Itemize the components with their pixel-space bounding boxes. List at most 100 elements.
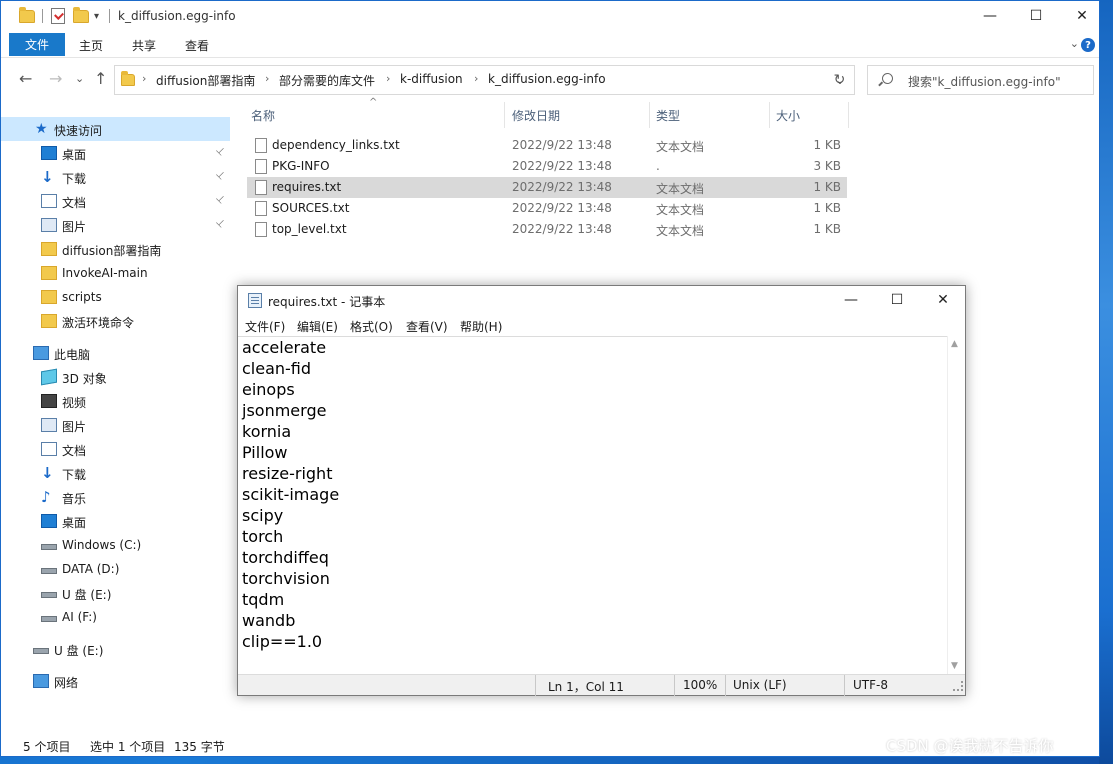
help-icon[interactable]: ?: [1081, 38, 1095, 52]
column-divider[interactable]: [504, 102, 505, 128]
column-header-size[interactable]: 大小: [776, 102, 800, 128]
sidebar-item[interactable]: ↓ 下载: [1, 461, 230, 485]
menu-help[interactable]: 帮助(H): [460, 318, 502, 335]
sidebar-item-label: 图片: [62, 420, 87, 434]
text-file-icon: [255, 222, 267, 237]
pin-icon[interactable]: ⊥: [213, 217, 227, 231]
sidebar-item[interactable]: 视频: [1, 389, 230, 413]
file-row[interactable]: requires.txt 2022/9/22 13:48 文本文档 1 KB: [247, 177, 847, 198]
file-type: 文本文档: [656, 140, 705, 154]
file-row[interactable]: top_level.txt 2022/9/22 13:48 文本文档 1 KB: [247, 219, 847, 240]
new-folder-icon[interactable]: [73, 6, 89, 24]
sidebar-item[interactable]: 3D 对象: [1, 365, 230, 389]
forward-button[interactable]: →: [49, 69, 62, 88]
sidebar-item[interactable]: diffusion部署指南: [1, 237, 230, 261]
star-icon: ★: [35, 121, 48, 137]
sidebar-item[interactable]: 图片: [1, 413, 230, 437]
close-button[interactable]: ✕: [1059, 1, 1105, 31]
tab-file[interactable]: 文件: [9, 33, 65, 56]
column-divider[interactable]: [769, 102, 770, 128]
maximize-button[interactable]: ☐: [1013, 1, 1059, 31]
breadcrumb-item[interactable]: k-diffusion: [400, 72, 463, 86]
column-header-type[interactable]: 类型: [656, 102, 680, 128]
properties-check-icon[interactable]: [51, 8, 65, 24]
column-divider[interactable]: [848, 102, 849, 128]
breadcrumb-item[interactable]: diffusion部署指南: [156, 72, 255, 89]
file-row[interactable]: dependency_links.txt 2022/9/22 13:48 文本文档 1…: [247, 135, 847, 156]
sidebar-item-label: 文档: [62, 444, 87, 458]
minimize-button[interactable]: —: [967, 1, 1013, 31]
text-line: scikit-image: [242, 485, 340, 504]
pin-icon[interactable]: ⊥: [213, 145, 227, 159]
notepad-title-bar[interactable]: requires.txt - 记事本 — ☐ ✕: [238, 286, 965, 315]
notepad-close-button[interactable]: ✕: [920, 286, 966, 314]
recent-locations-button[interactable]: ⌄: [75, 72, 84, 85]
sidebar-item[interactable]: 桌面 ⊥: [1, 141, 230, 165]
sidebar-item[interactable]: 桌面: [1, 509, 230, 533]
breadcrumb-item[interactable]: 部分需要的库文件: [279, 72, 375, 89]
sidebar-item[interactable]: InvokeAI-main: [1, 261, 230, 285]
breadcrumb-separator[interactable]: ›: [386, 72, 390, 85]
column-divider[interactable]: [649, 102, 650, 128]
breadcrumb-separator[interactable]: ›: [265, 72, 269, 85]
sidebar-item[interactable]: AI (F:): [1, 605, 230, 629]
menu-file[interactable]: 文件(F): [245, 318, 285, 335]
resize-grip[interactable]: [953, 681, 963, 691]
sidebar-item[interactable]: 文档 ⊥: [1, 189, 230, 213]
column-header-name[interactable]: 名称: [251, 102, 275, 128]
pin-icon[interactable]: ⊥: [213, 193, 227, 207]
breadcrumb-separator[interactable]: ›: [474, 72, 478, 85]
sidebar-item-label: 3D 对象: [62, 372, 107, 386]
sidebar-item[interactable]: ♪ 音乐: [1, 485, 230, 509]
sidebar-item[interactable]: 此电脑: [1, 341, 230, 365]
ribbon-tabs: 文件 主页 共享 查看 ⌄ ?: [1, 32, 1099, 58]
up-button[interactable]: ↑: [94, 69, 107, 88]
file-row[interactable]: PKG-INFO 2022/9/22 13:48. 3 KB: [247, 156, 847, 177]
sidebar-item-label: 下载: [62, 172, 87, 186]
file-size: 3 KB: [813, 159, 841, 173]
sidebar-item[interactable]: 网络: [1, 669, 230, 693]
address-bar[interactable]: › diffusion部署指南 › 部分需要的库文件 › k-diffusion…: [114, 65, 855, 95]
sidebar-item[interactable]: U 盘 (E:): [1, 581, 230, 605]
search-input[interactable]: 搜索"k_diffusion.egg-info": [867, 65, 1094, 95]
pin-icon[interactable]: ⊥: [213, 169, 227, 183]
menu-format[interactable]: 格式(O): [350, 318, 393, 335]
sidebar-item[interactable]: 激活环境命令: [1, 309, 230, 333]
sidebar-item[interactable]: scripts: [1, 285, 230, 309]
notepad-text-area[interactable]: accelerate clean-fid einops jsonmerge kornia…: [238, 336, 949, 674]
breadcrumb-separator[interactable]: ›: [142, 72, 146, 85]
breadcrumb-item[interactable]: k_diffusion.egg-info: [488, 72, 606, 86]
folder-icon: [41, 290, 57, 304]
sidebar-item[interactable]: 文档: [1, 437, 230, 461]
tab-share[interactable]: 共享: [132, 37, 156, 54]
text-line: clean-fid: [242, 359, 312, 378]
refresh-button[interactable]: ↻: [825, 65, 855, 95]
quick-access-dropdown[interactable]: ▾: [94, 8, 99, 24]
cursor-position: Ln 1，Col 11: [548, 680, 624, 694]
text-line: jsonmerge: [242, 401, 327, 420]
encoding: UTF-8: [853, 678, 888, 692]
tab-home[interactable]: 主页: [79, 37, 103, 54]
text-line: torchvision: [242, 569, 330, 588]
sidebar-item[interactable]: ↓ 下载 ⊥: [1, 165, 230, 189]
sidebar-item[interactable]: 图片 ⊥: [1, 213, 230, 237]
sidebar-item[interactable]: U 盘 (E:): [1, 637, 230, 661]
file-row[interactable]: SOURCES.txt 2022/9/22 13:48 文本文档 1 KB: [247, 198, 847, 219]
column-header-modified[interactable]: 修改日期: [512, 102, 560, 128]
notepad-minimize-button[interactable]: —: [828, 286, 874, 314]
notepad-maximize-button[interactable]: ☐: [874, 286, 920, 314]
tab-view[interactable]: 查看: [185, 37, 209, 54]
text-line: torchdiffeq: [242, 548, 329, 567]
sidebar-item[interactable]: Windows (C:): [1, 533, 230, 557]
sidebar-item[interactable]: DATA (D:): [1, 557, 230, 581]
scroll-up-icon[interactable]: ▲: [951, 339, 958, 349]
sidebar-item[interactable]: ★ 快速访问: [1, 117, 230, 141]
menu-edit[interactable]: 编辑(E): [297, 318, 338, 335]
menu-view[interactable]: 查看(V): [406, 318, 448, 335]
back-button[interactable]: ←: [19, 69, 32, 88]
ribbon-collapse-icon[interactable]: ⌄: [1070, 37, 1079, 50]
drive-icon: [41, 592, 57, 598]
scroll-down-icon[interactable]: ▼: [951, 661, 958, 671]
vertical-scrollbar[interactable]: ▲ ▼: [947, 336, 964, 674]
download-icon: ↓: [41, 168, 54, 186]
